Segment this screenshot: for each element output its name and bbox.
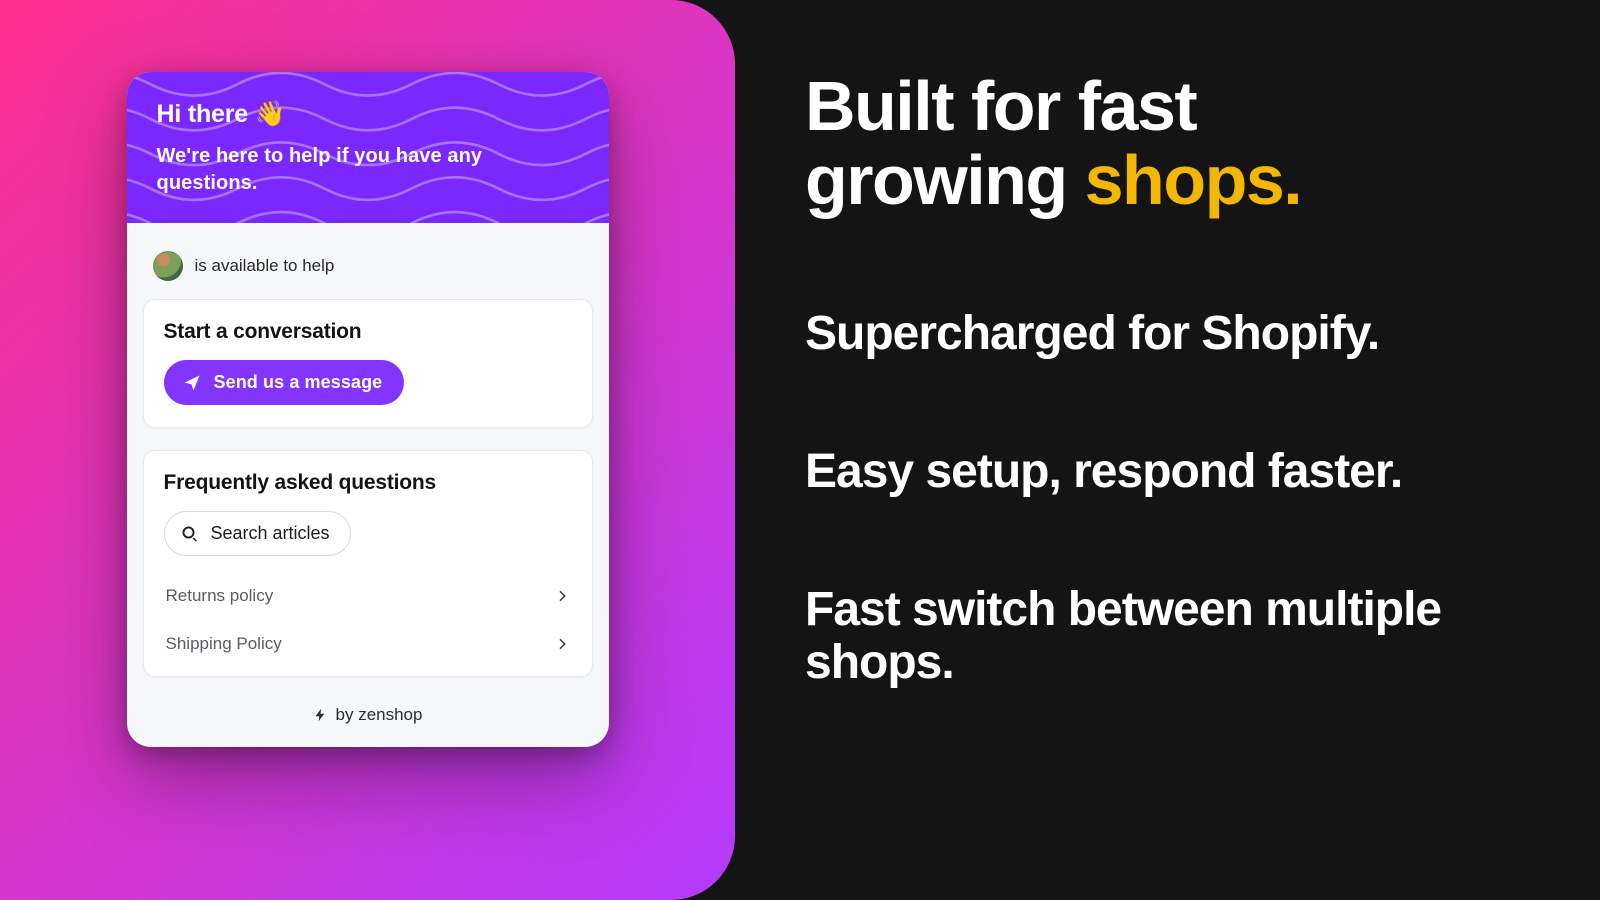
widget-subtext: We're here to help if you have any quest…: [157, 143, 547, 197]
faq-title: Frequently asked questions: [164, 471, 572, 495]
chevron-right-icon: [554, 636, 570, 652]
faq-item[interactable]: Shipping Policy: [164, 620, 572, 668]
faq-item-label: Returns policy: [166, 586, 274, 606]
start-conversation-title: Start a conversation: [164, 320, 572, 344]
widget-greeting: Hi there 👋: [157, 100, 579, 129]
bolt-icon: [313, 706, 328, 724]
widget-body: is available to help Start a conversatio…: [127, 223, 609, 699]
paper-plane-icon: [182, 373, 202, 393]
availability-row: is available to help: [143, 239, 593, 299]
widget-header: Hi there 👋 We're here to help if you hav…: [127, 72, 609, 223]
feature-line: Supercharged for Shopify.: [805, 307, 1530, 361]
search-icon: [181, 525, 199, 543]
availability-text: is available to help: [195, 256, 335, 276]
send-message-label: Send us a message: [214, 372, 383, 393]
chevron-right-icon: [554, 588, 570, 604]
hero-accent-word: shops.: [1085, 141, 1302, 219]
feature-line: Easy setup, respond faster.: [805, 445, 1530, 499]
hero-line-2: growing shops.: [805, 144, 1530, 218]
gradient-panel: Hi there 👋 We're here to help if you hav…: [0, 0, 735, 900]
marketing-panel: Built for fast growing shops. Supercharg…: [735, 0, 1600, 900]
send-message-button[interactable]: Send us a message: [164, 360, 405, 405]
widget-footer: by zenshop: [127, 699, 609, 747]
greeting-text: Hi there: [157, 100, 248, 128]
start-conversation-card: Start a conversation Send us a message: [143, 299, 593, 428]
wave-hand-icon: 👋: [255, 100, 286, 128]
hero-line-2-pre: growing: [805, 141, 1085, 219]
chat-widget: Hi there 👋 We're here to help if you hav…: [127, 72, 609, 747]
faq-item-label: Shipping Policy: [166, 634, 282, 654]
search-articles-label: Search articles: [211, 523, 330, 544]
faq-item[interactable]: Returns policy: [164, 572, 572, 620]
footer-label: by zenshop: [336, 705, 423, 725]
feature-line: Fast switch between multiple shops.: [805, 583, 1530, 691]
hero-title: Built for fast growing shops.: [805, 70, 1530, 217]
faq-list: Returns policy Shipping Policy: [164, 572, 572, 668]
hero-line-1: Built for fast: [805, 70, 1530, 144]
faq-card: Frequently asked questions Search articl…: [143, 450, 593, 677]
agent-avatar: [153, 251, 183, 281]
search-articles-button[interactable]: Search articles: [164, 511, 351, 556]
